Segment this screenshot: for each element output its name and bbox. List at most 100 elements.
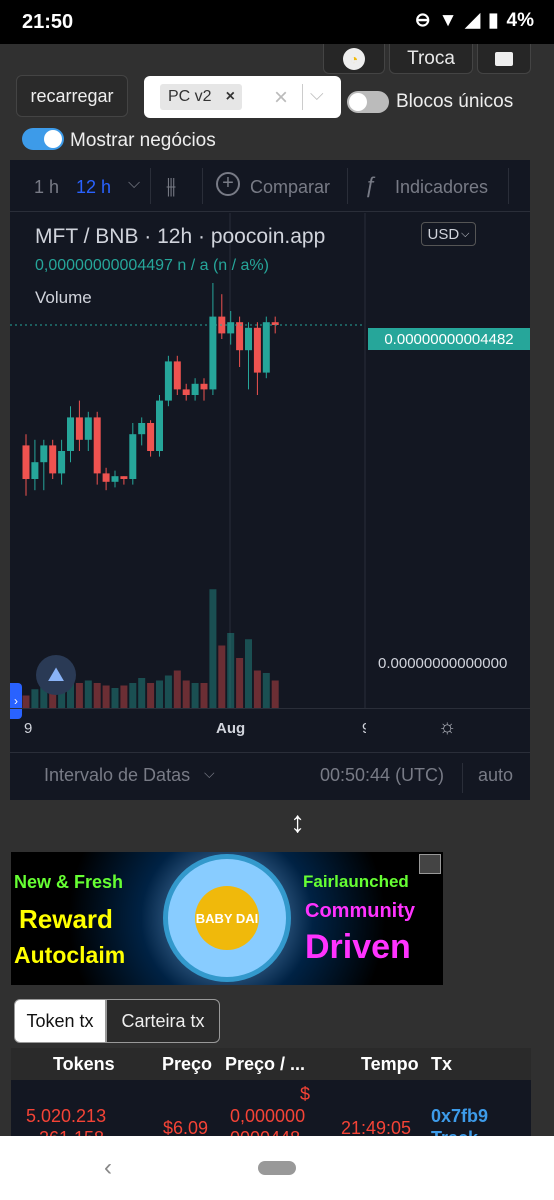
interval-12h[interactable]: 12 h bbox=[76, 177, 111, 198]
volume-bar bbox=[75, 683, 83, 708]
battery-level: 4% bbox=[506, 9, 534, 31]
version-select[interactable]: PC v2 × × ⌵ bbox=[144, 76, 341, 118]
chevron-down-icon[interactable]: ⌵ bbox=[204, 765, 215, 782]
candle-body bbox=[111, 476, 119, 482]
candle-body bbox=[262, 322, 270, 373]
tradingview-logo-icon[interactable]: ⛰ bbox=[36, 655, 76, 695]
chip-label: PC v2 bbox=[168, 88, 212, 105]
toolbar-divider bbox=[202, 168, 203, 204]
settings-sun-icon[interactable]: ☼ bbox=[438, 716, 456, 739]
price-chart[interactable]: 1 h 12 h ⌵ ⫵ + Comparar ƒ Indicadores MF… bbox=[10, 160, 530, 800]
chevron-down-icon[interactable]: ⌵ bbox=[310, 84, 324, 105]
table-row[interactable]: 5.020.213 261.158 $6.09 $ 0,000000 00004… bbox=[11, 1080, 531, 1140]
show-trades-label: Mostrar negócios bbox=[70, 130, 216, 151]
chip-remove-icon[interactable]: × bbox=[226, 88, 235, 106]
candle-body bbox=[40, 445, 48, 463]
candle-body bbox=[245, 327, 252, 351]
banner-text: Autoclaim bbox=[14, 942, 126, 968]
column-header: Tokens bbox=[53, 1054, 115, 1074]
interval-1h[interactable]: 1 h bbox=[34, 177, 59, 198]
candle-body bbox=[75, 417, 83, 440]
compare-plus-icon[interactable]: + bbox=[216, 172, 240, 196]
volume-bar bbox=[236, 658, 244, 708]
volume-bar bbox=[156, 680, 163, 708]
clear-icon[interactable]: × bbox=[274, 84, 288, 112]
currency-select[interactable]: USD ⌵ bbox=[421, 222, 476, 246]
reload-button[interactable]: recarregar bbox=[16, 75, 128, 117]
ad-banner[interactable]: New & Fresh Reward Autoclaim BABY DAI Fa… bbox=[11, 852, 443, 985]
indicators-fx-icon[interactable]: ƒ bbox=[364, 172, 376, 198]
volume-bar bbox=[182, 680, 190, 708]
toolbar-divider bbox=[347, 168, 348, 204]
tab-wallet-tx[interactable]: Carteira tx bbox=[106, 999, 220, 1043]
swap-button[interactable]: Troca bbox=[389, 44, 473, 74]
volume-bar bbox=[253, 670, 261, 708]
column-header: Tx bbox=[431, 1054, 453, 1074]
volume-bar bbox=[164, 675, 172, 708]
candle-body bbox=[209, 316, 217, 390]
volume-bar bbox=[173, 670, 181, 708]
status-time: 21:50 bbox=[22, 11, 74, 33]
auto-scale-button[interactable]: auto bbox=[478, 765, 513, 786]
select-divider bbox=[302, 84, 303, 110]
chart-toolbar: 1 h 12 h ⌵ ⫵ + Comparar ƒ Indicadores bbox=[10, 160, 530, 212]
logo-text: BABY DAI bbox=[195, 886, 259, 950]
show-trades-toggle[interactable] bbox=[22, 128, 64, 150]
price-bnb-cell: $ bbox=[300, 1084, 311, 1104]
volume-bar bbox=[31, 689, 39, 708]
volume-bar bbox=[147, 683, 155, 708]
candle-body bbox=[164, 361, 172, 401]
candle-body bbox=[156, 400, 163, 451]
chart-title: MFT / BNB · 12h · poocoin.app bbox=[35, 225, 326, 248]
tab-token-tx[interactable]: Token tx bbox=[14, 999, 106, 1043]
volume-bar bbox=[129, 683, 137, 708]
selected-chip: PC v2 × bbox=[160, 84, 242, 110]
chart-icon: ◔ bbox=[343, 47, 365, 70]
wallet-button[interactable] bbox=[477, 44, 531, 74]
back-icon[interactable]: ‹ bbox=[104, 1154, 112, 1182]
date-range-button[interactable]: Intervalo de Datas bbox=[44, 765, 190, 786]
toggle-knob bbox=[44, 130, 62, 148]
indicators-button[interactable]: Indicadores bbox=[395, 177, 488, 198]
unique-blocks-toggle[interactable] bbox=[347, 91, 389, 113]
utc-time[interactable]: 00:50:44 (UTC) bbox=[320, 765, 444, 786]
ad-choice-icon[interactable] bbox=[419, 854, 441, 874]
candle-body bbox=[191, 383, 199, 395]
volume-bar bbox=[111, 688, 119, 708]
compare-button[interactable]: Comparar bbox=[250, 177, 330, 198]
chart-button[interactable]: ◔ bbox=[323, 44, 385, 74]
volume-bar bbox=[200, 683, 208, 708]
axis-divider bbox=[10, 708, 530, 709]
banner-text: New & Fresh bbox=[14, 872, 124, 892]
price-bnb-cell: 0,000000 bbox=[230, 1106, 306, 1126]
banner-text: Driven bbox=[305, 928, 411, 966]
column-header: Preço bbox=[162, 1054, 213, 1074]
expand-sidebar-icon[interactable]: › bbox=[10, 683, 22, 719]
volume-bar bbox=[93, 683, 101, 708]
tx-link[interactable]: 0x7fb9 bbox=[431, 1106, 488, 1127]
home-pill[interactable] bbox=[258, 1161, 296, 1175]
tokens-cell: 5.020.213 bbox=[26, 1106, 107, 1126]
last-price-tag: 0.00000000004482 bbox=[368, 328, 530, 350]
candle-body bbox=[93, 417, 101, 474]
candle-body bbox=[138, 423, 146, 435]
tx-tabs: Token tx Carteira tx bbox=[14, 999, 220, 1043]
candle-type-icon[interactable]: ⫵ bbox=[166, 173, 176, 199]
dnd-icon: ⊖ bbox=[414, 10, 431, 31]
volume-bar bbox=[262, 673, 270, 708]
candle-body bbox=[22, 445, 30, 479]
footer-divider bbox=[462, 763, 463, 793]
volume-bar bbox=[102, 685, 110, 708]
column-header: Preço / ... bbox=[225, 1054, 306, 1074]
resize-arrow-icon[interactable]: ↕ bbox=[290, 806, 305, 840]
candle-body bbox=[173, 361, 181, 390]
top-button-row: ◔ Troca bbox=[0, 44, 554, 74]
candle-body bbox=[120, 476, 128, 479]
volume-bar bbox=[191, 683, 199, 708]
volume-bar bbox=[218, 645, 226, 708]
volume-bar bbox=[245, 639, 252, 708]
battery-icon: ▮ bbox=[488, 10, 499, 31]
candle-body bbox=[200, 383, 208, 390]
status-bar: 21:50 ⊖ ▼ ◢ ▮ 4% bbox=[0, 0, 554, 44]
interval-dropdown-icon[interactable]: ⌵ bbox=[128, 175, 140, 193]
